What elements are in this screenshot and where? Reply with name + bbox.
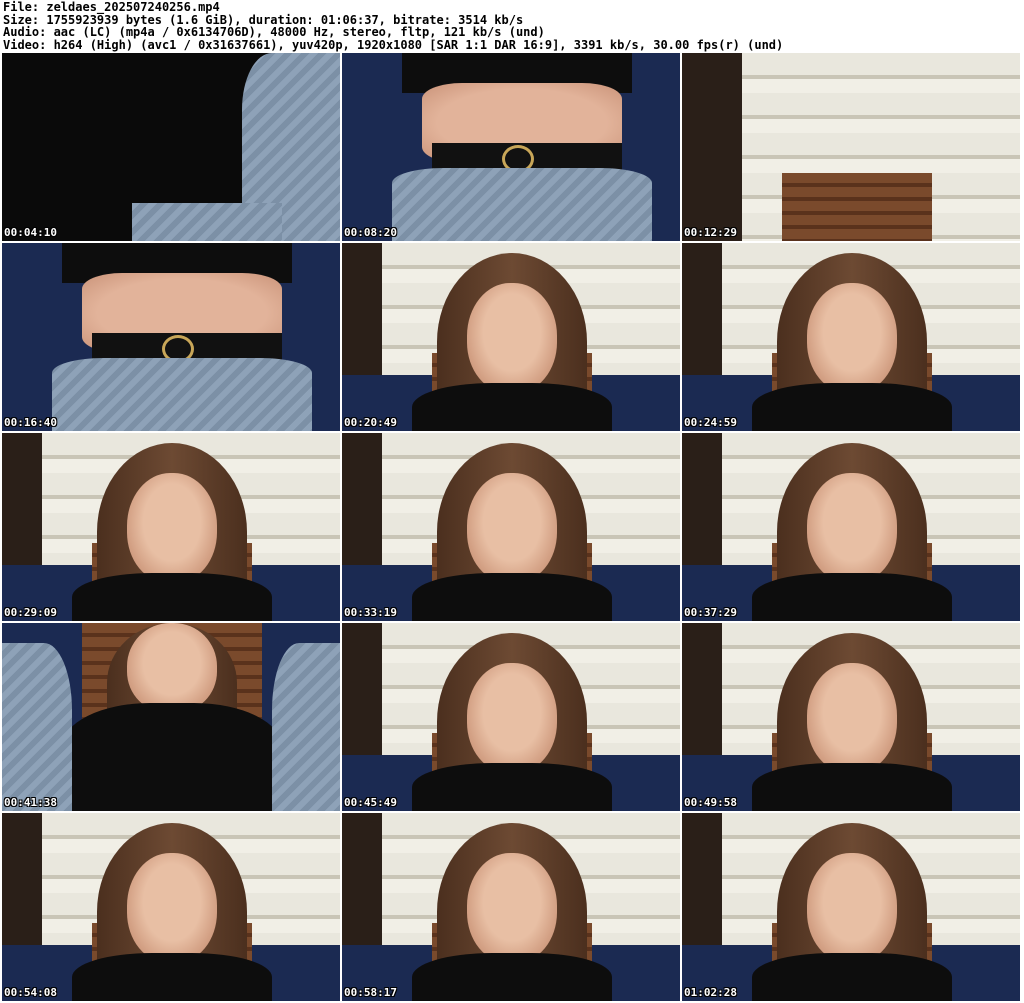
thumbnail-frame[interactable]: 01:02:28 (682, 813, 1020, 1001)
timestamp-label: 00:16:40 (4, 416, 57, 429)
thumbnail-frame[interactable]: 00:20:49 (342, 243, 680, 431)
timestamp-label: 00:58:17 (344, 986, 397, 999)
thumbnail-frame[interactable]: 00:33:19 (342, 433, 680, 621)
video-frame-image (2, 623, 340, 811)
video-frame-image (2, 813, 340, 1001)
timestamp-label: 00:37:29 (684, 606, 737, 619)
timestamp-label: 00:45:49 (344, 796, 397, 809)
thumbnail-frame[interactable]: 00:16:40 (2, 243, 340, 431)
thumbnail-frame[interactable]: 00:49:58 (682, 623, 1020, 811)
timestamp-label: 00:08:20 (344, 226, 397, 239)
video-frame-image (2, 53, 340, 241)
thumbnail-grid: 00:04:10 00:08:20 00:12:29 00:16:40 00:20:49… (2, 53, 1022, 1003)
video-frame-image (342, 433, 680, 621)
timestamp-label: 00:12:29 (684, 226, 737, 239)
timestamp-label: 00:29:09 (4, 606, 57, 619)
timestamp-label: 01:02:28 (684, 986, 737, 999)
video-frame-image (342, 623, 680, 811)
thumbnail-frame[interactable]: 00:29:09 (2, 433, 340, 621)
timestamp-label: 00:54:08 (4, 986, 57, 999)
thumbnail-frame[interactable]: 00:41:38 (2, 623, 340, 811)
video-frame-image (2, 433, 340, 621)
video-frame-image (682, 813, 1020, 1001)
thumbnail-frame[interactable]: 00:45:49 (342, 623, 680, 811)
thumbnail-frame[interactable]: 00:12:29 (682, 53, 1020, 241)
file-name-line: File: zeldaes_202507240256.mp4 (3, 0, 220, 14)
timestamp-label: 00:20:49 (344, 416, 397, 429)
thumbnail-frame[interactable]: 00:24:59 (682, 243, 1020, 431)
video-line: Video: h264 (High) (avc1 / 0x31637661), … (3, 37, 784, 52)
thumbnail-frame[interactable]: 00:54:08 (2, 813, 340, 1001)
timestamp-label: 00:41:38 (4, 796, 57, 809)
timestamp-label: 00:33:19 (344, 606, 397, 619)
timestamp-label: 00:24:59 (684, 416, 737, 429)
audio-line: Audio: aac (LC) (mp4a / 0x6134706D), 480… (3, 25, 545, 39)
video-frame-image (682, 623, 1020, 811)
video-frame-image (682, 433, 1020, 621)
video-frame-image (342, 813, 680, 1001)
video-frame-image (2, 243, 340, 431)
timestamp-label: 00:04:10 (4, 226, 57, 239)
thumbnail-frame[interactable]: 00:37:29 (682, 433, 1020, 621)
thumbnail-frame[interactable]: 00:58:17 (342, 813, 680, 1001)
thumbnail-frame[interactable]: 00:08:20 (342, 53, 680, 241)
thumbnail-frame[interactable]: 00:04:10 (2, 53, 340, 241)
video-frame-image (682, 53, 1020, 241)
timestamp-label: 00:49:58 (684, 796, 737, 809)
file-info-header: File: zeldaes_202507240256.mp4 Size: 175… (3, 1, 1021, 51)
video-frame-image (682, 243, 1020, 431)
video-frame-image (342, 243, 680, 431)
video-frame-image (342, 53, 680, 241)
